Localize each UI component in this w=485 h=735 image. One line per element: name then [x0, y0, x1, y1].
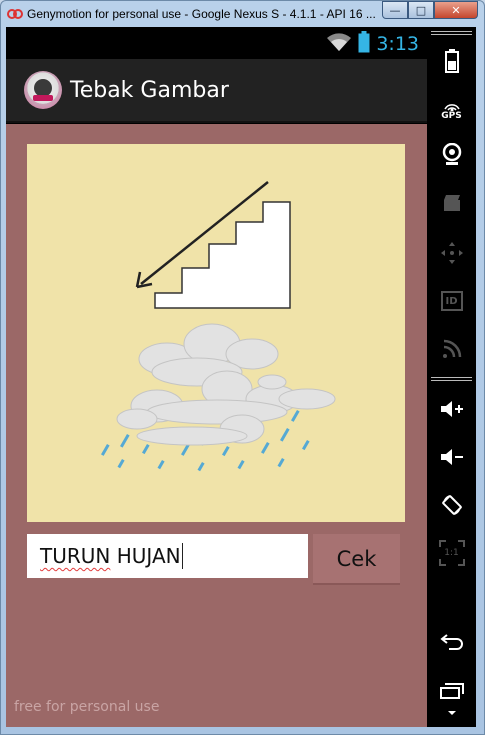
id-label: ID — [445, 295, 458, 307]
check-button[interactable]: Cek — [313, 534, 400, 585]
rain-cloud-icon — [101, 323, 336, 472]
gps-label: GPS — [441, 111, 462, 121]
more-icon[interactable] — [427, 701, 476, 725]
window-title: Genymotion for personal use - Google Nex… — [27, 7, 376, 21]
window-controls: — □ ✕ — [382, 1, 478, 19]
stairs-down-icon — [135, 181, 291, 309]
volume-up-icon[interactable] — [427, 389, 476, 429]
window-titlebar[interactable]: Genymotion for personal use - Google Nex… — [1, 1, 484, 27]
answer-word-2: HUJAN — [110, 544, 181, 568]
app-title: Tebak Gambar — [70, 77, 229, 103]
pixel-perfect-icon[interactable]: 1:1 — [427, 533, 476, 573]
game-content: TURUN HUJAN Cek free for personal use — [6, 124, 427, 727]
genymotion-icon — [7, 6, 23, 22]
back-icon[interactable] — [427, 621, 476, 661]
volume-down-icon[interactable] — [427, 437, 476, 477]
dpad-icon[interactable] — [427, 233, 476, 273]
video-capture-icon[interactable] — [427, 183, 476, 223]
scale-label: 1:1 — [444, 548, 459, 558]
maximize-button[interactable]: □ — [408, 1, 434, 19]
status-time: 3:13 — [376, 33, 419, 55]
toolbar-divider — [431, 377, 472, 381]
battery-icon — [358, 31, 370, 57]
gps-tool-icon[interactable]: GPS — [427, 91, 476, 131]
close-button[interactable]: ✕ — [434, 1, 478, 19]
minimize-button[interactable]: — — [382, 1, 408, 19]
answer-word-1: TURUN — [40, 544, 111, 568]
action-bar: Tebak Gambar — [6, 59, 427, 123]
wifi-icon — [326, 32, 352, 56]
device-id-icon[interactable]: ID — [427, 281, 476, 321]
answer-text: TURUN HUJAN — [40, 544, 181, 568]
status-icons: 3:13 — [326, 31, 419, 57]
toolbar-divider — [431, 31, 472, 35]
status-bar: 3:13 — [6, 27, 427, 59]
cast-icon[interactable] — [427, 329, 476, 369]
personal-use-watermark: free for personal use — [14, 699, 160, 715]
rotate-icon[interactable] — [427, 485, 476, 525]
answer-input[interactable]: TURUN HUJAN — [27, 534, 308, 578]
genymotion-toolbar: GPS ID 1:1 — [427, 27, 476, 727]
android-screen: 3:13 Tebak Gambar TURUN HUJAN Cek free f… — [6, 27, 427, 727]
battery-tool-icon[interactable] — [427, 41, 476, 81]
app-logo-icon[interactable] — [24, 71, 62, 109]
camera-tool-icon[interactable] — [427, 135, 476, 175]
text-caret — [181, 543, 183, 569]
puzzle-image — [27, 144, 405, 522]
